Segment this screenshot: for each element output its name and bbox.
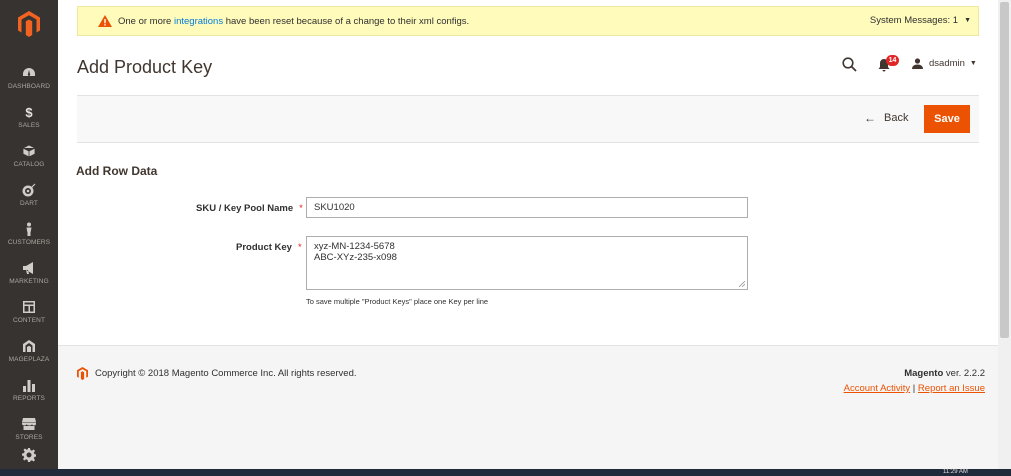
cube-icon	[21, 144, 37, 159]
sidebar-item-label: REPORTS	[12, 394, 45, 402]
sidebar-item-label: MAGEPLAZA	[8, 355, 50, 363]
footer-links: Account Activity | Report an Issue	[843, 383, 985, 394]
admin-sidebar: DASHBOARD $ SALES CATALOG DART CUSTOMERS…	[0, 0, 58, 476]
caret-down-icon: ▼	[969, 60, 977, 67]
integrations-link[interactable]: integrations	[174, 16, 223, 27]
fieldset-title: Add Row Data	[76, 164, 158, 178]
system-message-text: One or more integrations have been reset…	[118, 15, 470, 27]
sidebar-item-reports[interactable]: REPORTS	[0, 370, 58, 409]
page-actions-bar	[77, 95, 979, 143]
warning-icon	[98, 15, 112, 27]
back-button-label: Back	[884, 112, 909, 124]
sidebar-item-catalog[interactable]: CATALOG	[0, 136, 58, 175]
account-activity-link[interactable]: Account Activity	[844, 383, 911, 394]
product-key-note: To save multiple "Product Keys" place on…	[306, 297, 489, 306]
report-issue-link[interactable]: Report an Issue	[918, 383, 985, 394]
megaphone-icon	[21, 261, 37, 276]
save-button[interactable]: Save	[924, 105, 970, 133]
sidebar-item-label: CONTENT	[12, 316, 46, 324]
magento-logo[interactable]	[0, 0, 58, 48]
caret-down-icon: ▼	[964, 17, 971, 24]
sidebar-item-label: DASHBOARD	[7, 82, 51, 90]
back-button[interactable]: ← Back	[864, 111, 908, 125]
notification-count-badge[interactable]: 14	[886, 55, 899, 66]
sidebar-item-mageplaza[interactable]: MAGEPLAZA	[0, 331, 58, 370]
user-account-menu[interactable]: dsadmin ▼	[912, 58, 977, 69]
target-icon	[21, 183, 37, 198]
sidebar-item-dashboard[interactable]: DASHBOARD	[0, 58, 58, 97]
layout-icon	[21, 300, 37, 315]
magento-version: Magento ver. 2.2.2	[904, 368, 985, 379]
sku-input[interactable]: SKU1020	[306, 197, 748, 218]
store-icon	[21, 417, 37, 432]
sidebar-item-marketing[interactable]: MARKETING	[0, 253, 58, 292]
user-icon	[912, 58, 923, 69]
username-label: dsadmin	[929, 58, 965, 69]
sidebar-item-customers[interactable]: CUSTOMERS	[0, 214, 58, 253]
search-icon[interactable]	[842, 57, 857, 72]
magento-logo-icon	[18, 11, 40, 37]
product-key-textarea[interactable]: xyz-MN-1234-5678 ABC-XYz-235-x098	[306, 236, 748, 290]
dollar-icon: $	[25, 104, 33, 120]
page-footer	[58, 345, 998, 476]
resize-handle-icon[interactable]	[739, 281, 745, 287]
sidebar-item-label: MARKETING	[9, 277, 49, 285]
person-icon	[21, 222, 37, 237]
gear-icon	[21, 448, 37, 463]
sidebar-item-content[interactable]: CONTENT	[0, 292, 58, 331]
os-taskbar	[0, 469, 1011, 476]
dashboard-icon	[21, 66, 37, 81]
bar-chart-icon	[21, 378, 37, 393]
required-marker: *	[297, 242, 302, 253]
product-key-line: ABC-XYz-235-x098	[314, 252, 397, 263]
sidebar-item-label: CUSTOMERS	[7, 238, 51, 246]
system-message-bar: One or more integrations have been reset…	[77, 6, 979, 36]
arrow-left-icon: ←	[864, 111, 876, 125]
product-key-line: xyz-MN-1234-5678	[314, 241, 395, 252]
page-title: Add Product Key	[77, 57, 213, 77]
sidebar-item-label: DART	[20, 199, 38, 207]
mageplaza-icon	[21, 339, 37, 354]
product-key-field-label: Product Key *	[236, 242, 302, 253]
page-scrollbar-thumb[interactable]	[1000, 2, 1009, 338]
system-messages-dropdown[interactable]: System Messages: 1 ▼	[870, 15, 971, 26]
magento-footer-logo-icon	[77, 367, 88, 380]
sku-field-label: SKU / Key Pool Name *	[196, 203, 303, 214]
sidebar-item-sales[interactable]: $ SALES	[0, 97, 58, 136]
sidebar-item-label: SALES	[18, 121, 40, 129]
sidebar-item-label: STORES	[15, 433, 43, 441]
required-marker: *	[299, 203, 303, 214]
system-messages-label: System Messages: 1	[869, 15, 959, 26]
sidebar-item-system[interactable]	[0, 442, 58, 470]
copyright-text: Copyright © 2018 Magento Commerce Inc. A…	[95, 368, 357, 379]
taskbar-clock: 11:29 AM	[943, 469, 968, 475]
sidebar-item-label: CATALOG	[13, 160, 45, 168]
sidebar-item-dart[interactable]: DART	[0, 175, 58, 214]
